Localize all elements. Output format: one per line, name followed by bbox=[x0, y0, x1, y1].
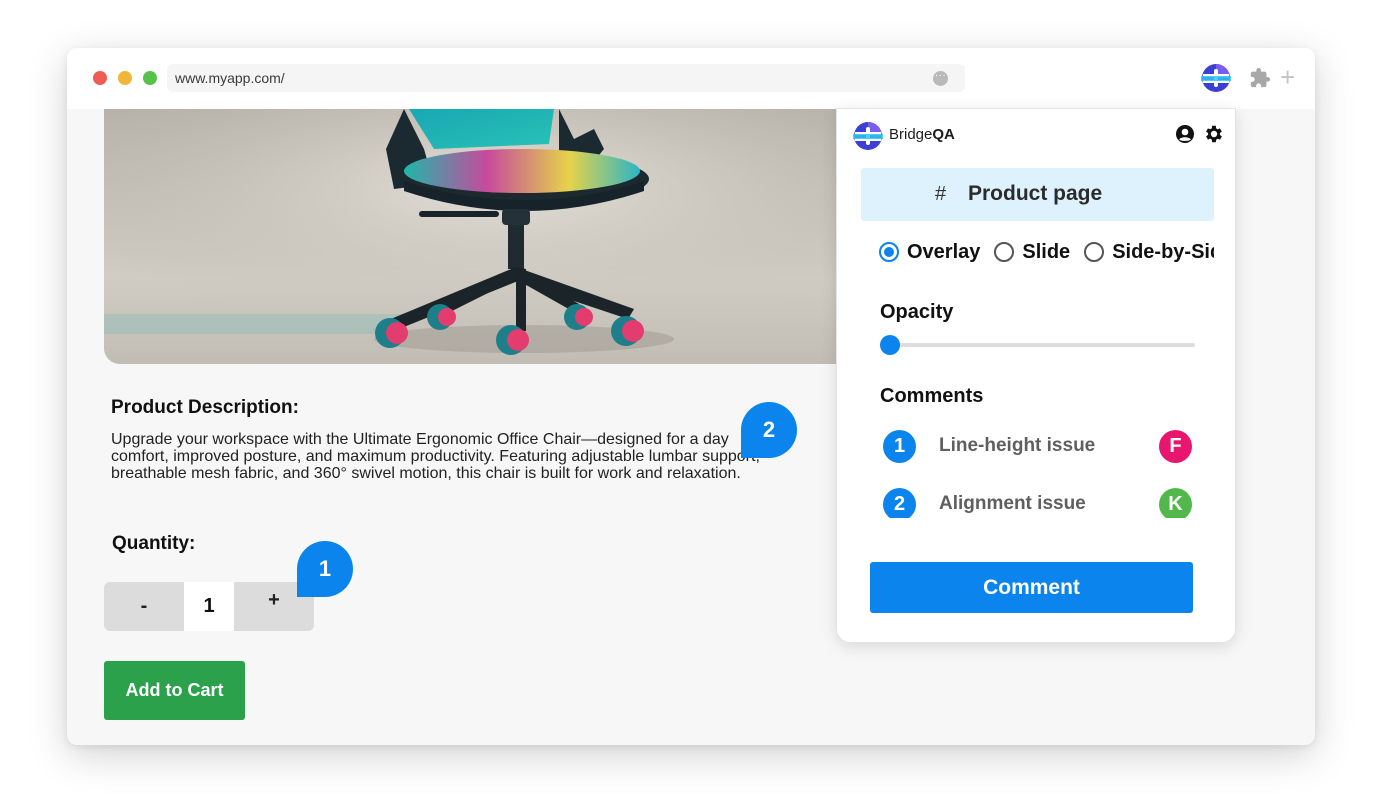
radio-icon[interactable] bbox=[1084, 242, 1105, 262]
browser-titlebar: www.myapp.com/ ··· + bbox=[67, 48, 1315, 109]
opacity-slider[interactable] bbox=[889, 343, 1195, 347]
bridgeqa-panel: BridgeQA # Product page Overlay Slide Side… bbox=[836, 108, 1236, 643]
comment-pin-1[interactable]: 1 bbox=[297, 541, 353, 597]
quantity-stepper: - 1 + bbox=[104, 582, 314, 631]
comment-number-badge: 2 bbox=[883, 488, 916, 518]
brand-prefix: Bridge bbox=[889, 126, 933, 143]
mode-overlay[interactable]: Overlay bbox=[879, 239, 980, 265]
hash-icon: # bbox=[935, 183, 947, 205]
quantity-input[interactable]: 1 bbox=[184, 582, 234, 631]
comment-item[interactable]: 2 Alignment issue K bbox=[883, 488, 1193, 518]
more-icon[interactable]: ··· bbox=[933, 71, 948, 86]
comments-label: Comments bbox=[880, 385, 984, 407]
close-window-button[interactable] bbox=[93, 71, 107, 85]
add-to-cart-button[interactable]: Add to Cart bbox=[104, 661, 245, 720]
mode-overlay-label: Overlay bbox=[907, 241, 981, 263]
product-description-text: Upgrade your workspace with the Ultimate… bbox=[111, 431, 760, 482]
page-selector[interactable]: # Product page bbox=[861, 168, 1214, 221]
user-icon[interactable] bbox=[1175, 124, 1195, 144]
gear-icon[interactable] bbox=[1203, 123, 1225, 145]
address-bar[interactable]: www.myapp.com/ ··· bbox=[167, 64, 965, 92]
view-mode-group: Overlay Slide Side-by-Side bbox=[879, 239, 1214, 269]
comment-text: Alignment issue bbox=[939, 493, 1086, 514]
product-image bbox=[104, 109, 904, 364]
maximize-window-button[interactable] bbox=[143, 71, 157, 85]
comment-number-badge: 1 bbox=[883, 430, 916, 463]
radio-selected-icon[interactable] bbox=[879, 242, 899, 262]
comment-button[interactable]: Comment bbox=[870, 562, 1193, 613]
puzzle-icon[interactable] bbox=[1249, 67, 1271, 89]
bridgeqa-logo-icon bbox=[853, 122, 883, 150]
comment-text: Line-height issue bbox=[939, 435, 1096, 456]
plus-icon[interactable]: + bbox=[1280, 62, 1295, 92]
mode-side-by-side[interactable]: Side-by-Side bbox=[1084, 239, 1214, 265]
product-description-title: Product Description: bbox=[111, 397, 299, 418]
mode-slide-label: Slide bbox=[1022, 241, 1071, 263]
opacity-label: Opacity bbox=[880, 301, 954, 323]
bridgeqa-extension-icon[interactable] bbox=[1201, 63, 1231, 93]
comment-item[interactable]: 1 Line-height issue F bbox=[883, 430, 1193, 464]
browser-window: www.myapp.com/ ··· + Product Description… bbox=[67, 48, 1315, 745]
quantity-title: Quantity: bbox=[112, 533, 196, 554]
minimize-window-button[interactable] bbox=[118, 71, 132, 85]
comment-pin-2[interactable]: 2 bbox=[741, 402, 797, 458]
avatar: K bbox=[1159, 488, 1192, 518]
bridgeqa-brand: BridgeQA bbox=[889, 126, 955, 143]
opacity-slider-thumb[interactable] bbox=[880, 335, 900, 355]
mode-side-by-side-label: Side-by-Side bbox=[1112, 241, 1214, 263]
mode-slide[interactable]: Slide bbox=[994, 239, 1070, 265]
page-name: Product page bbox=[968, 182, 1103, 205]
radio-icon[interactable] bbox=[994, 242, 1015, 262]
url-text[interactable]: www.myapp.com/ bbox=[175, 70, 285, 86]
quantity-decrease-button[interactable]: - bbox=[104, 582, 184, 631]
avatar: F bbox=[1159, 430, 1192, 463]
brand-suffix: QA bbox=[932, 126, 955, 143]
